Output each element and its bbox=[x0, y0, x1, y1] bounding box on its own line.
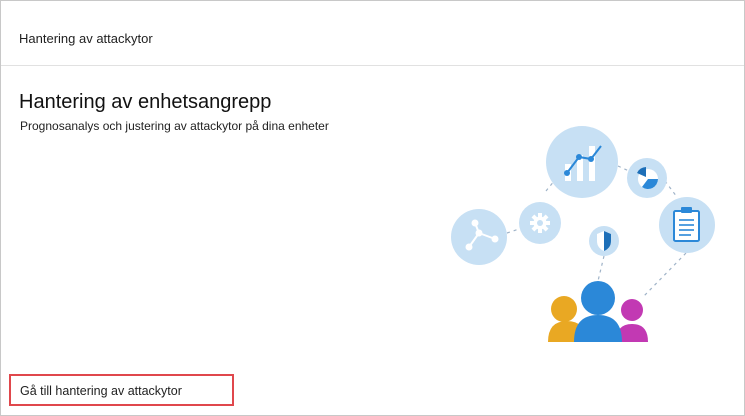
people-icon bbox=[548, 281, 648, 342]
go-to-attack-surface-label[interactable]: Gå till hantering av attackytor bbox=[20, 384, 182, 398]
shield-icon bbox=[589, 226, 619, 256]
attack-surface-card: Hantering av attackytor Hantering av enh… bbox=[0, 0, 745, 416]
network-icon bbox=[451, 209, 507, 265]
card-header: Hantering av attackytor bbox=[1, 1, 744, 66]
pie-chart-icon bbox=[627, 158, 667, 198]
clipboard-icon bbox=[659, 197, 715, 253]
illustration bbox=[451, 126, 715, 342]
go-to-attack-surface-link[interactable]: Gå till hantering av attackytor bbox=[9, 374, 234, 406]
bar-chart-icon bbox=[546, 126, 618, 198]
header-title: Hantering av attackytor bbox=[19, 31, 153, 46]
gear-icon bbox=[519, 202, 561, 244]
page-title: Hantering av enhetsangrepp bbox=[19, 91, 272, 113]
page-subtitle: Prognosanalys och justering av attackyto… bbox=[20, 119, 329, 133]
